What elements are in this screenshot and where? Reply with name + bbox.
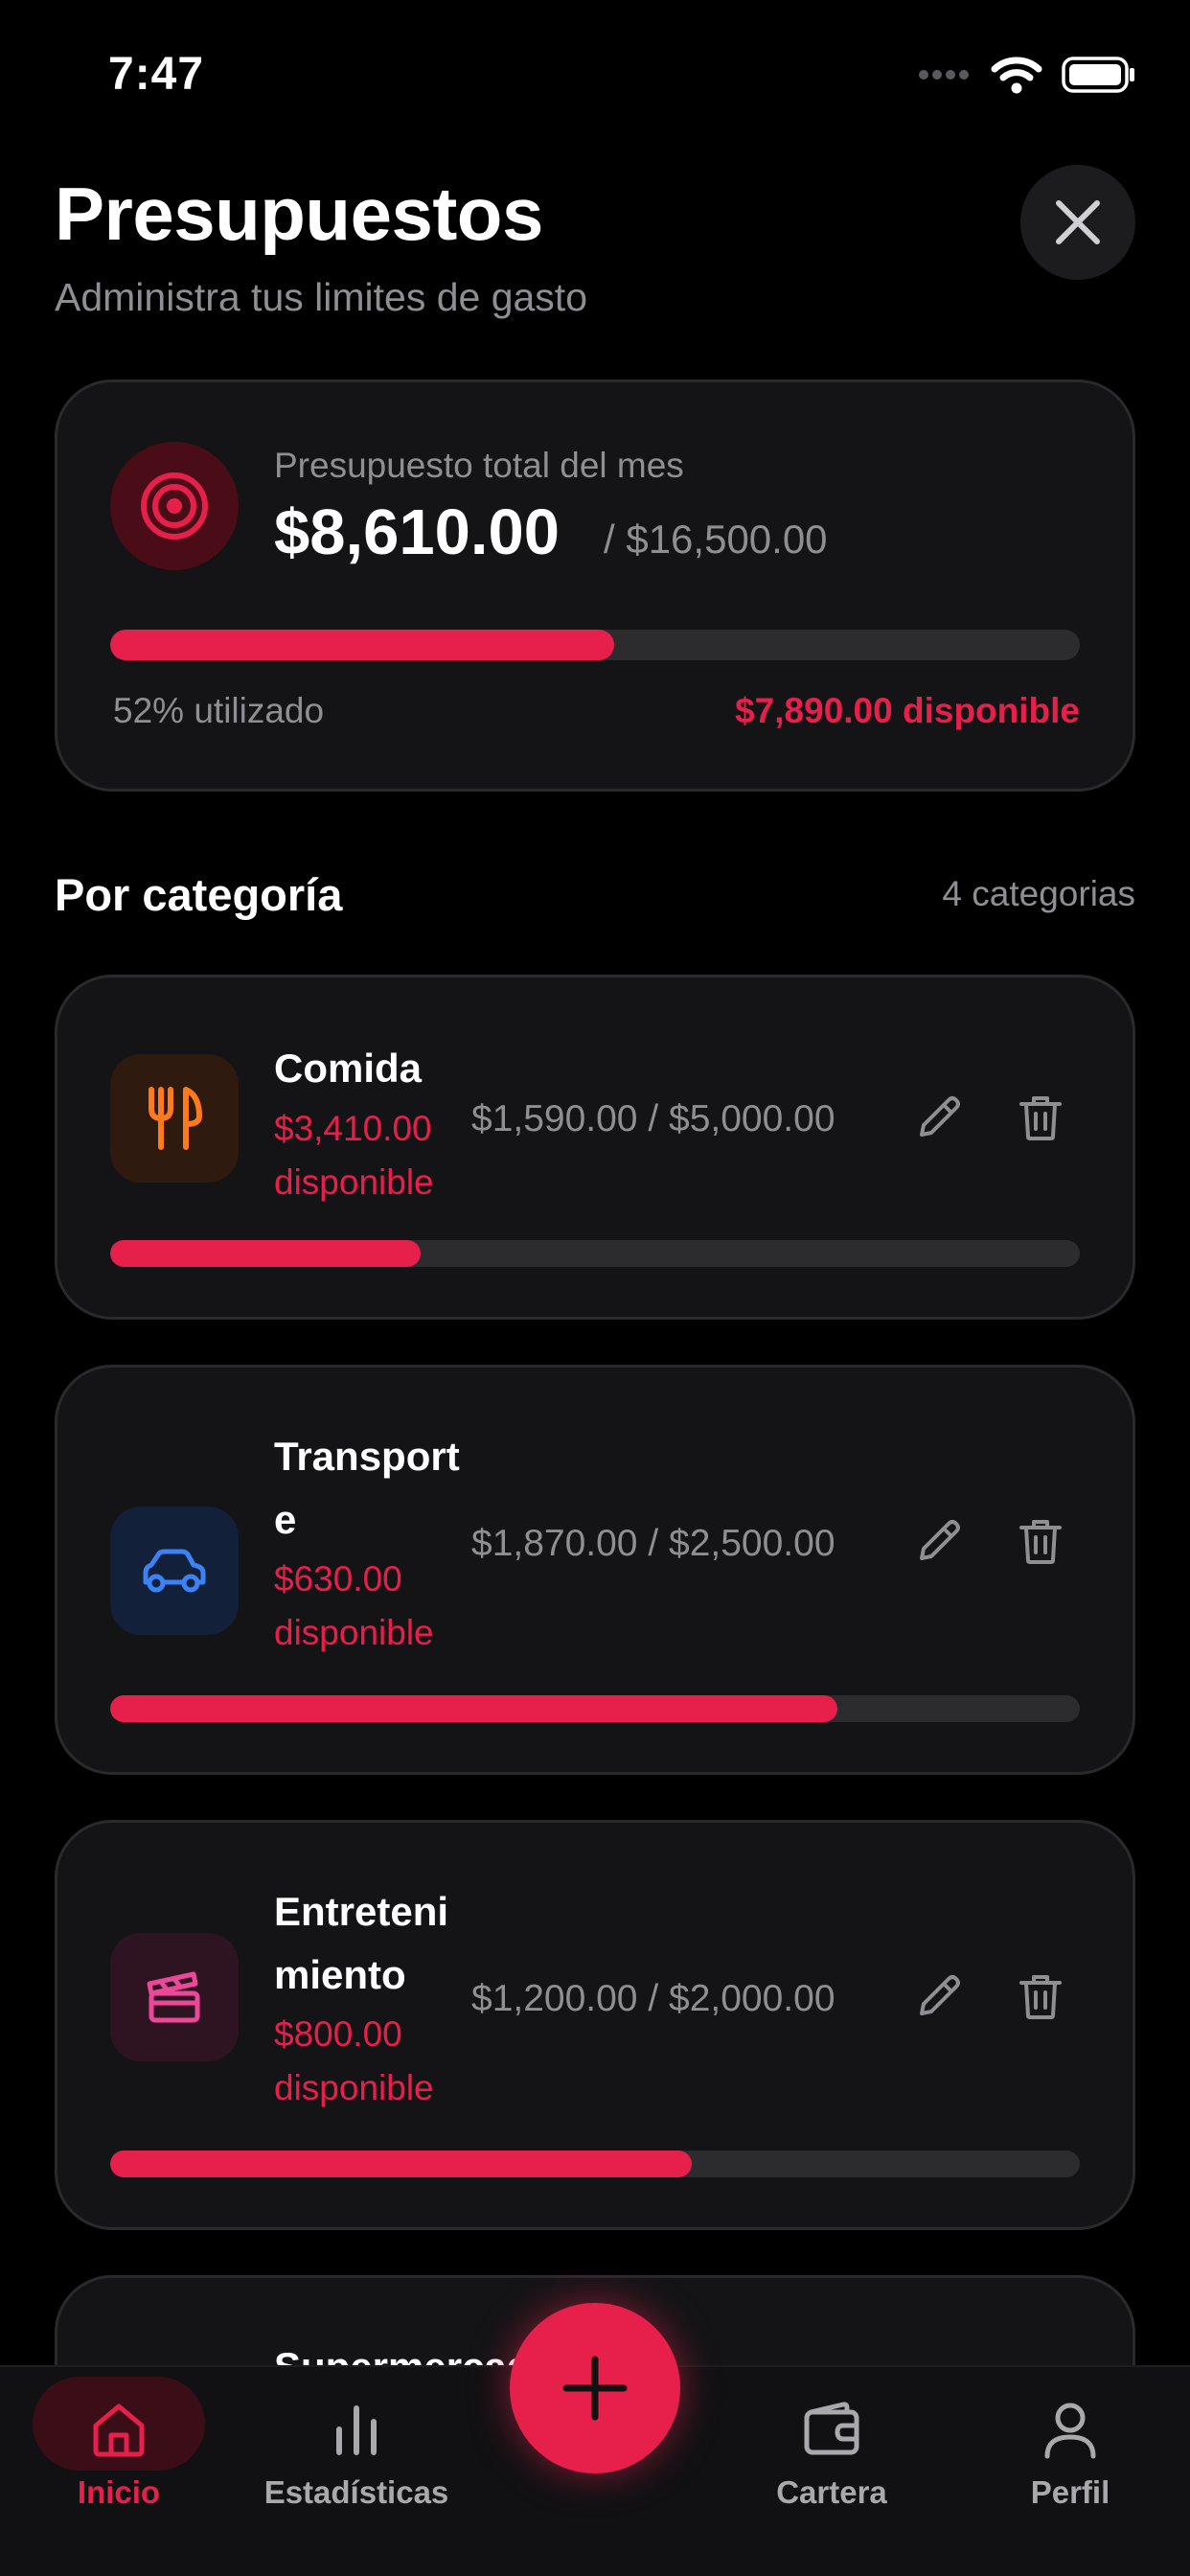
trash-icon xyxy=(1019,1975,1062,2019)
nav-item-home[interactable]: Inicio xyxy=(23,2384,215,2518)
summary-total: / $16,500.00 xyxy=(604,517,828,562)
status-icons xyxy=(918,56,1136,94)
section-title: Por categoría xyxy=(55,869,343,920)
battery-icon xyxy=(1062,57,1134,93)
category-icon xyxy=(110,1506,239,1635)
close-button[interactable] xyxy=(1020,165,1135,280)
edit-button[interactable] xyxy=(905,1507,973,1575)
car-icon xyxy=(143,1549,206,1593)
category-card-comida[interactable]: Comida $3,410.00 disponible $1,590.00 / … xyxy=(55,975,1135,1320)
pencil-icon xyxy=(920,1520,960,1560)
category-amounts: $1,590.00 / $5,000.00 xyxy=(471,1098,835,1139)
add-button[interactable] xyxy=(510,2303,680,2473)
nav-label: Perfil xyxy=(1030,2474,1110,2510)
wallet-icon xyxy=(798,2396,865,2463)
page-title: Presupuestos xyxy=(55,172,543,256)
close-icon xyxy=(1056,200,1100,244)
category-progress-bar xyxy=(110,1695,1080,1722)
category-card-entretenimiento[interactable]: Entretenimiento $800.00 disponible $1,20… xyxy=(55,1820,1135,2230)
category-name: Entretenimiento xyxy=(274,1889,449,1997)
trash-icon xyxy=(1019,1096,1062,1140)
nav-label: Estadísticas xyxy=(263,2474,449,2510)
signal-icon xyxy=(919,70,969,80)
section-count: 4 categorias xyxy=(942,874,1135,913)
category-icon xyxy=(110,1054,239,1183)
category-name: Transporte xyxy=(274,1434,460,1542)
edit-button[interactable] xyxy=(905,1084,973,1151)
pencil-icon xyxy=(920,1975,960,2015)
category-icon xyxy=(110,1933,239,2061)
nav-item-profile[interactable]: Perfil xyxy=(974,2384,1166,2518)
wifi-icon xyxy=(991,57,1042,94)
category-available: $630.00 disponible xyxy=(274,1559,434,1652)
category-amounts: $1,200.00 / $2,000.00 xyxy=(471,1978,835,2019)
summary-progress-bar xyxy=(110,630,1080,660)
pencil-icon xyxy=(920,1096,960,1137)
target-icon xyxy=(110,442,239,570)
clapperboard-icon xyxy=(147,1971,200,2023)
nav-label: Inicio xyxy=(77,2474,161,2510)
category-progress-bar xyxy=(110,1240,1080,1267)
home-icon xyxy=(85,2396,152,2463)
summary-available: $7,890.00 disponible xyxy=(735,691,1080,730)
edit-button[interactable] xyxy=(905,1963,973,2030)
category-available: $800.00 disponible xyxy=(274,2014,434,2107)
category-progress-fill xyxy=(110,1695,837,1722)
status-time: 7:47 xyxy=(108,49,205,100)
summary-used: 52% utilizado xyxy=(113,691,325,730)
nav-item-wallet[interactable]: Cartera xyxy=(736,2384,927,2518)
category-progress-bar xyxy=(110,2150,1080,2177)
trash-icon xyxy=(1019,1520,1062,1564)
summary-label: Presupuesto total del mes xyxy=(274,446,684,485)
fork-knife-icon xyxy=(149,1087,202,1150)
category-card-transporte[interactable]: Transporte $630.00 disponible $1,870.00 … xyxy=(55,1365,1135,1775)
budget-summary-card: Presupuesto total del mes $8,610.00 / $1… xyxy=(55,380,1135,792)
user-icon xyxy=(1037,2396,1104,2463)
delete-button[interactable] xyxy=(1007,1507,1074,1575)
page-subtitle: Administra tus limites de gasto xyxy=(55,275,588,319)
status-bar: 7:47 xyxy=(0,0,1190,144)
plus-icon xyxy=(562,2356,628,2421)
category-progress-fill xyxy=(110,2150,693,2177)
category-amounts: $1,870.00 / $2,500.00 xyxy=(471,1523,835,1564)
nav-item-stats[interactable]: Estadísticas xyxy=(261,2384,452,2518)
category-progress-fill xyxy=(110,1240,421,1267)
summary-spent: $8,610.00 xyxy=(274,496,561,568)
category-name: Comida xyxy=(274,1046,423,1091)
summary-progress-fill xyxy=(110,630,615,660)
bar-chart-icon xyxy=(323,2396,390,2463)
delete-button[interactable] xyxy=(1007,1084,1074,1151)
category-available: $3,410.00 disponible xyxy=(274,1109,434,1202)
nav-label: Cartera xyxy=(776,2474,887,2510)
header: Presupuestos Administra tus limites de g… xyxy=(55,171,587,320)
delete-button[interactable] xyxy=(1007,1963,1074,2030)
